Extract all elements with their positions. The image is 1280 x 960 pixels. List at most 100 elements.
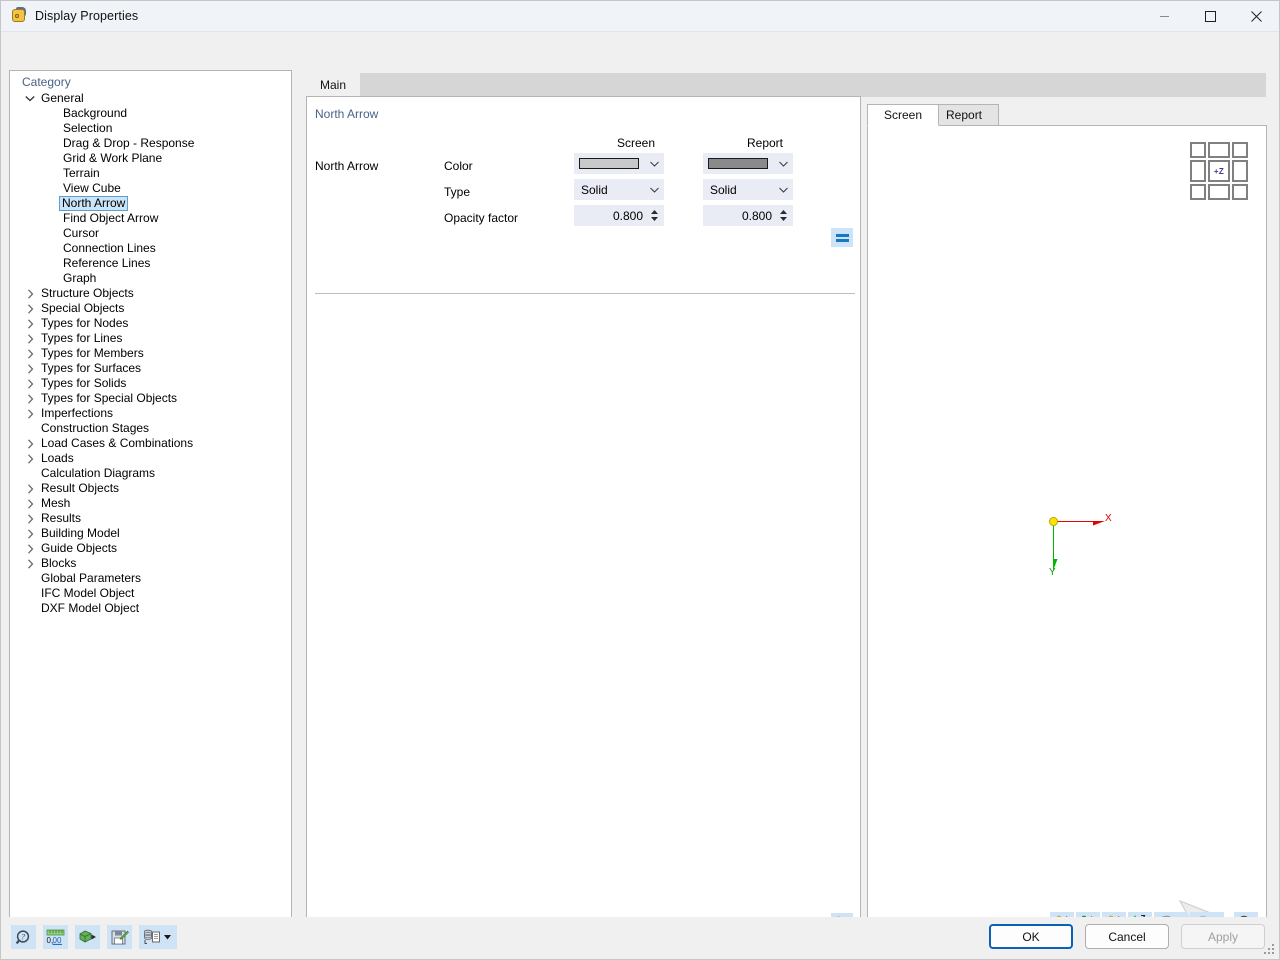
- status-toolbar[interactable]: ? 0, 00: [11, 925, 177, 949]
- chevron-down-icon: [645, 161, 663, 167]
- tree-item-background[interactable]: Background: [10, 106, 291, 121]
- tab-main[interactable]: Main: [306, 73, 361, 97]
- tree-item-label: Building Model: [41, 526, 120, 540]
- preview-tab-report[interactable]: Report: [929, 104, 1000, 126]
- ok-button[interactable]: OK: [989, 924, 1073, 949]
- tree-item-dxf-model-object[interactable]: DXF Model Object: [10, 601, 291, 616]
- report-color-dropdown[interactable]: [703, 153, 793, 174]
- screen-opacity-input[interactable]: 0.800: [574, 205, 664, 226]
- tree-item-structure-objects[interactable]: Structure Objects: [10, 286, 291, 301]
- tree-item-building-model[interactable]: Building Model: [10, 526, 291, 541]
- chevron-right-icon[interactable]: [22, 378, 38, 389]
- chevron-right-icon[interactable]: [22, 348, 38, 359]
- minimize-button[interactable]: [1141, 1, 1187, 32]
- tree-item-result-objects[interactable]: Result Objects: [10, 481, 291, 496]
- tree-item-mesh[interactable]: Mesh: [10, 496, 291, 511]
- tree-item-results[interactable]: Results: [10, 511, 291, 526]
- tree-item-terrain[interactable]: Terrain: [10, 166, 291, 181]
- section-divider: [315, 293, 855, 294]
- tree-item-label: Blocks: [41, 556, 77, 570]
- tree-item-label: Graph: [63, 271, 97, 285]
- chevron-right-icon[interactable]: [22, 333, 38, 344]
- view-cube-widget[interactable]: +Z: [1190, 142, 1248, 200]
- tree-item-imperfections[interactable]: Imperfections: [10, 406, 291, 421]
- chevron-right-icon[interactable]: [22, 408, 38, 419]
- chevron-right-icon[interactable]: [22, 513, 38, 524]
- chevron-right-icon[interactable]: [22, 453, 38, 464]
- tree-item-north-arrow[interactable]: North Arrow: [10, 196, 291, 211]
- tree-item-grid-work-plane[interactable]: Grid & Work Plane: [10, 151, 291, 166]
- units-button[interactable]: 0, 00: [43, 925, 68, 949]
- help-search-button[interactable]: ?: [11, 925, 36, 949]
- tree-item-reference-lines[interactable]: Reference Lines: [10, 256, 291, 271]
- group-title: North Arrow: [315, 107, 379, 121]
- tree-item-loads[interactable]: Loads: [10, 451, 291, 466]
- tree-item-types-for-special-objects[interactable]: Types for Special Objects: [10, 391, 291, 406]
- row-group-label: North Arrow: [315, 159, 379, 173]
- chevron-right-icon[interactable]: [22, 558, 38, 569]
- tree-item-label: Drag & Drop - Response: [63, 136, 195, 150]
- tree-item-graph[interactable]: Graph: [10, 271, 291, 286]
- chevron-right-icon[interactable]: [22, 393, 38, 404]
- tree-item-connection-lines[interactable]: Connection Lines: [10, 241, 291, 256]
- resize-grip[interactable]: [1264, 944, 1276, 956]
- chevron-right-icon[interactable]: [22, 363, 38, 374]
- chevron-right-icon[interactable]: [22, 318, 38, 329]
- chevron-right-icon[interactable]: [22, 438, 38, 449]
- tree-item-selection[interactable]: Selection: [10, 121, 291, 136]
- report-type-dropdown[interactable]: Solid: [703, 179, 793, 200]
- dialog-buttons[interactable]: OK Cancel Apply: [989, 924, 1265, 949]
- ruler-icon: 0, 00: [47, 929, 65, 945]
- spinner-arrows[interactable]: [647, 206, 661, 225]
- tree-item-global-parameters[interactable]: Global Parameters: [10, 571, 291, 586]
- chevron-right-icon[interactable]: [22, 303, 38, 314]
- preview-canvas[interactable]: +Z X Y: [867, 125, 1267, 942]
- import-button[interactable]: [75, 925, 100, 949]
- tree-item-general[interactable]: General: [10, 91, 291, 106]
- close-button[interactable]: [1233, 1, 1279, 32]
- category-tree-panel[interactable]: Category General Background Selection Drag …: [9, 70, 292, 942]
- tree-item-load-cases-combinations[interactable]: Load Cases & Combinations: [10, 436, 291, 451]
- save-config-button[interactable]: [107, 925, 132, 949]
- category-tree[interactable]: General Background Selection Drag & Drop - …: [10, 91, 291, 616]
- screen-type-dropdown[interactable]: Solid: [574, 179, 664, 200]
- cancel-button[interactable]: Cancel: [1085, 924, 1169, 949]
- preview-panel: Screen Report +Z X Y: [867, 104, 1267, 942]
- tree-item-label: Types for Nodes: [41, 316, 129, 330]
- equalize-columns-button[interactable]: [831, 228, 853, 247]
- presets-button[interactable]: [139, 925, 177, 949]
- chevron-right-icon[interactable]: [22, 528, 38, 539]
- tree-item-ifc-model-object[interactable]: IFC Model Object: [10, 586, 291, 601]
- tree-item-calculation-diagrams[interactable]: Calculation Diagrams: [10, 466, 291, 481]
- tree-item-construction-stages[interactable]: Construction Stages: [10, 421, 291, 436]
- tree-item-label: Cursor: [63, 226, 100, 240]
- chevron-right-icon[interactable]: [22, 483, 38, 494]
- tree-item-label: Imperfections: [41, 406, 114, 420]
- tree-item-blocks[interactable]: Blocks: [10, 556, 291, 571]
- tree-item-types-for-nodes[interactable]: Types for Nodes: [10, 316, 291, 331]
- spinner-arrows[interactable]: [776, 206, 790, 225]
- tree-item-label: North Arrow: [59, 196, 129, 211]
- tree-item-drag-drop-response[interactable]: Drag & Drop - Response: [10, 136, 291, 151]
- main-tab-strip[interactable]: Main: [306, 73, 1266, 97]
- chevron-right-icon[interactable]: [22, 498, 38, 509]
- tree-item-types-for-solids[interactable]: Types for Solids: [10, 376, 291, 391]
- tree-item-guide-objects[interactable]: Guide Objects: [10, 541, 291, 556]
- screen-color-dropdown[interactable]: [574, 153, 664, 174]
- chevron-right-icon[interactable]: [22, 543, 38, 554]
- report-opacity-input[interactable]: 0.800: [703, 205, 793, 226]
- tree-item-special-objects[interactable]: Special Objects: [10, 301, 291, 316]
- tree-item-types-for-lines[interactable]: Types for Lines: [10, 331, 291, 346]
- tree-item-find-object-arrow[interactable]: Find Object Arrow: [10, 211, 291, 226]
- maximize-button[interactable]: [1187, 1, 1233, 32]
- tree-item-types-for-surfaces[interactable]: Types for Surfaces: [10, 361, 291, 376]
- screen-type-value: Solid: [581, 182, 608, 197]
- tree-item-view-cube[interactable]: View Cube: [10, 181, 291, 196]
- chevron-down-icon[interactable]: [22, 95, 38, 102]
- grip-dot: [1268, 952, 1270, 954]
- save-icon: [111, 930, 129, 944]
- tree-item-types-for-members[interactable]: Types for Members: [10, 346, 291, 361]
- chevron-right-icon[interactable]: [22, 288, 38, 299]
- tree-item-cursor[interactable]: Cursor: [10, 226, 291, 241]
- preview-tab-screen[interactable]: Screen: [867, 104, 940, 126]
